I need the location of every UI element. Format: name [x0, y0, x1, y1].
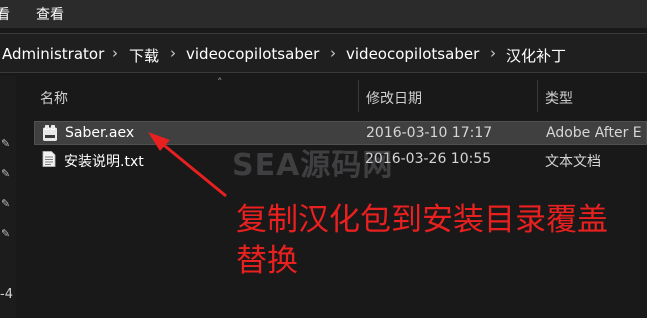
breadcrumb-item-videocopilotsaber-2[interactable]: videocopilotsaber	[346, 45, 479, 63]
column-header-name[interactable]: 名称	[40, 88, 68, 108]
pin-icon[interactable]: ✎	[1, 168, 13, 180]
address-bar: Administrator › 下载 › videocopilotsaber ›…	[0, 30, 647, 74]
file-modified-date: 2016-03-10 17:17	[366, 125, 493, 141]
column-divider[interactable]	[537, 80, 538, 112]
breadcrumb-item-administrator[interactable]: Administrator	[2, 45, 104, 63]
annotation-text: 复制汉化包到安装目录覆盖替换	[236, 202, 608, 279]
file-type: 文本文档	[545, 154, 601, 170]
breadcrumb-item-chinese-patch[interactable]: 汉化补丁	[506, 45, 566, 66]
watermark: SEA源码网	[232, 148, 394, 183]
breadcrumb-separator-icon[interactable]: ›	[330, 44, 336, 62]
nav-item-partial-label[interactable]: -4	[0, 287, 13, 302]
pin-icon[interactable]: ✎	[1, 228, 13, 240]
file-name[interactable]: Saber.aex	[65, 125, 134, 141]
file-type: Adobe After E	[546, 125, 642, 141]
breadcrumb-item-videocopilotsaber-1[interactable]: videocopilotsaber	[186, 45, 319, 63]
breadcrumb-separator-icon[interactable]: ›	[170, 44, 176, 62]
aex-plugin-icon	[43, 125, 57, 141]
breadcrumb-separator-icon[interactable]: ›	[490, 44, 496, 62]
menu-item-partial[interactable]: 看	[0, 4, 10, 24]
sort-ascending-icon: ˄	[217, 76, 223, 89]
file-name[interactable]: 安装说明.txt	[64, 151, 144, 171]
breadcrumb-separator-icon[interactable]: ›	[112, 44, 118, 62]
menu-bar: 看 查看	[0, 0, 647, 28]
explorer-window: 看 查看 Administrator › 下载 › videocopilotsa…	[0, 0, 647, 318]
column-header-type[interactable]: 类型	[545, 88, 573, 108]
breadcrumb-item-downloads[interactable]: 下载	[129, 45, 159, 66]
text-document-icon	[42, 151, 56, 167]
column-header-modified[interactable]: 修改日期	[366, 88, 422, 108]
pin-icon[interactable]: ✎	[1, 198, 13, 210]
column-header-row: ˄ 名称 修改日期 类型	[18, 76, 647, 116]
menu-item-view[interactable]: 查看	[36, 4, 64, 24]
pin-icon[interactable]: ✎	[1, 138, 13, 150]
breadcrumb[interactable]: Administrator › 下载 › videocopilotsaber ›…	[0, 33, 647, 73]
column-divider[interactable]	[358, 80, 359, 112]
navigation-pane: ✎ ✎ ✎ ✎	[0, 76, 16, 318]
